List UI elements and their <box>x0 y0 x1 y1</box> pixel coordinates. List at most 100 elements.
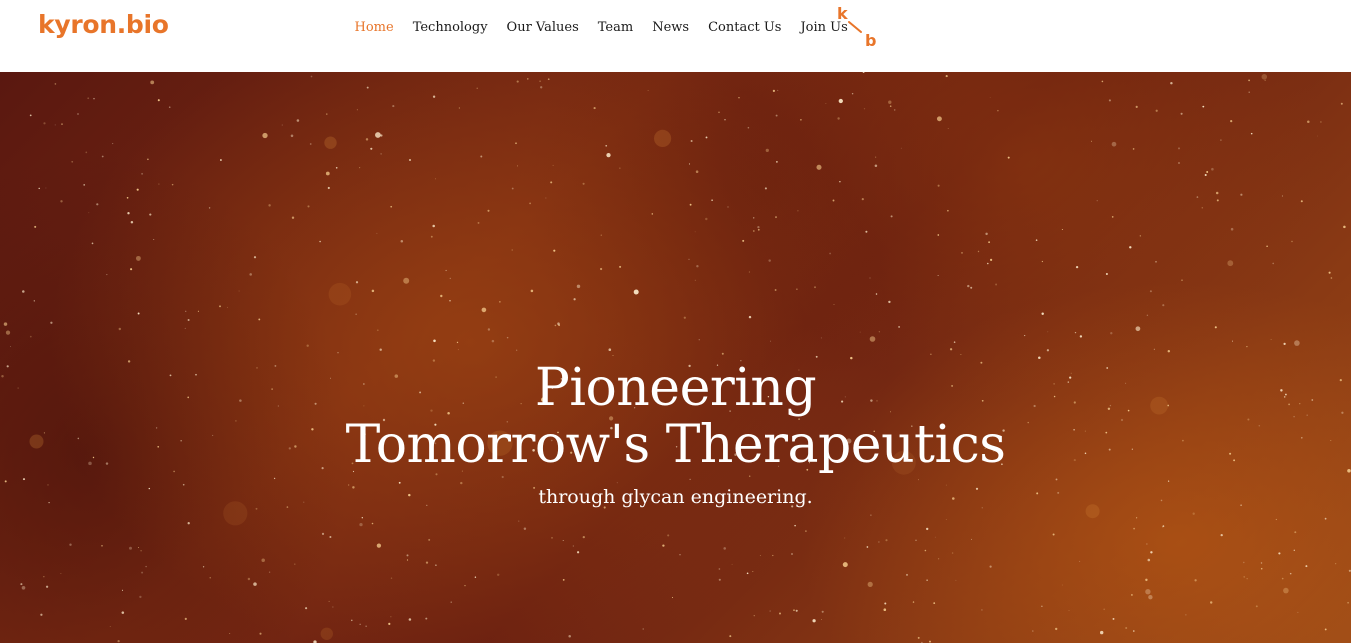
dust-particle <box>370 147 373 150</box>
dust-particle <box>491 339 495 343</box>
dust-particle <box>1108 99 1111 102</box>
dust-particle <box>1347 601 1349 604</box>
dust-particle <box>209 577 211 579</box>
nav-item-technology[interactable]: Technology <box>403 20 497 35</box>
dust-particle <box>335 166 338 169</box>
dust-particle <box>1147 558 1151 562</box>
dust-particle <box>838 98 843 104</box>
dust-particle <box>1209 601 1213 604</box>
dust-particle <box>258 318 261 321</box>
dust-particle <box>1139 235 1141 237</box>
dust-particle <box>606 152 611 158</box>
dust-particle <box>1162 525 1165 527</box>
dust-particle <box>727 206 729 208</box>
dust-particle <box>1041 260 1044 263</box>
dust-particle <box>1283 342 1286 346</box>
dust-particle <box>1255 605 1258 608</box>
dust-particle <box>616 482 618 484</box>
dust-particle <box>145 565 147 568</box>
dust-particle <box>816 164 822 170</box>
dust-particle <box>945 519 947 520</box>
dust-particle <box>112 143 114 145</box>
dust-particle <box>1038 356 1041 360</box>
dust-particle <box>185 310 187 312</box>
dust-particle <box>937 558 940 560</box>
dust-particle <box>765 148 769 153</box>
dust-particle <box>987 262 989 265</box>
nav-item-news[interactable]: News <box>643 20 699 35</box>
dust-particle <box>21 585 26 590</box>
dust-particle <box>253 256 257 259</box>
brand-logo-text[interactable]: kyron.bio <box>38 10 169 39</box>
dust-particle <box>551 537 553 539</box>
dust-particle <box>573 298 576 301</box>
dust-particle <box>141 571 144 574</box>
dust-particle <box>158 183 160 185</box>
dust-particle <box>474 576 477 578</box>
dust-particle <box>949 348 953 351</box>
dust-particle <box>985 232 988 236</box>
dust-particle <box>662 544 665 547</box>
dust-particle <box>130 268 133 271</box>
dust-particle <box>229 633 231 634</box>
dust-particle <box>481 307 487 313</box>
dust-particle <box>821 619 822 620</box>
dust-particle <box>126 196 129 199</box>
kb-monogram-icon[interactable]: k b <box>834 2 882 50</box>
dust-particle <box>487 209 490 212</box>
dust-particle <box>746 572 749 575</box>
dust-particle <box>398 481 401 484</box>
dust-particle <box>1324 517 1327 520</box>
dust-particle <box>1220 139 1222 141</box>
dust-particle <box>1125 627 1128 629</box>
dust-particle <box>69 543 72 546</box>
dust-particle <box>1167 349 1171 353</box>
dust-particle <box>775 114 778 117</box>
dust-particle <box>977 250 980 253</box>
dust-particle <box>1248 91 1250 94</box>
dust-particle <box>1149 290 1152 293</box>
dust-particle <box>642 628 644 630</box>
dust-particle <box>967 284 970 288</box>
dust-particle <box>1061 228 1063 231</box>
dust-particle <box>157 99 160 102</box>
dust-particle <box>101 544 103 547</box>
dust-particle <box>1145 589 1151 595</box>
dust-particle <box>757 228 760 231</box>
nav-item-team[interactable]: Team <box>588 20 642 35</box>
hero-section: Pioneering Tomorrow's Therapeutics throu… <box>0 72 1351 643</box>
dust-particle <box>136 188 139 191</box>
dust-particle <box>705 136 708 139</box>
dust-particle <box>449 300 451 302</box>
dust-particle <box>523 527 527 530</box>
dust-particle <box>1180 112 1183 115</box>
dust-particle <box>689 203 692 206</box>
nav-item-our-values[interactable]: Our Values <box>497 20 588 35</box>
dust-particle <box>60 573 62 574</box>
dust-particle <box>970 286 973 289</box>
dust-particle <box>1111 216 1114 218</box>
dust-particle <box>759 554 761 556</box>
dust-particle <box>562 578 565 581</box>
dust-particle <box>867 581 873 588</box>
dust-particle <box>1177 147 1181 150</box>
dust-particle <box>435 564 437 567</box>
dust-particle <box>690 139 693 143</box>
dust-particle <box>888 100 892 104</box>
dust-particle <box>1204 173 1207 177</box>
dust-particle <box>888 300 891 304</box>
dust-particle <box>955 579 957 581</box>
dust-particle <box>1112 617 1115 620</box>
hero-headline: Pioneering Tomorrow's Therapeutics <box>0 360 1351 474</box>
nav-item-home[interactable]: Home <box>345 20 403 35</box>
dust-particle <box>1266 245 1268 248</box>
dust-particle <box>319 240 321 243</box>
dust-particle <box>355 281 359 284</box>
dust-particle <box>1293 549 1295 551</box>
dust-particle <box>296 119 300 122</box>
dust-particle <box>255 507 258 510</box>
nav-item-contact-us[interactable]: Contact Us <box>699 20 791 35</box>
dust-particle <box>752 230 755 232</box>
dust-particle <box>226 306 228 308</box>
dust-particle <box>20 583 23 586</box>
